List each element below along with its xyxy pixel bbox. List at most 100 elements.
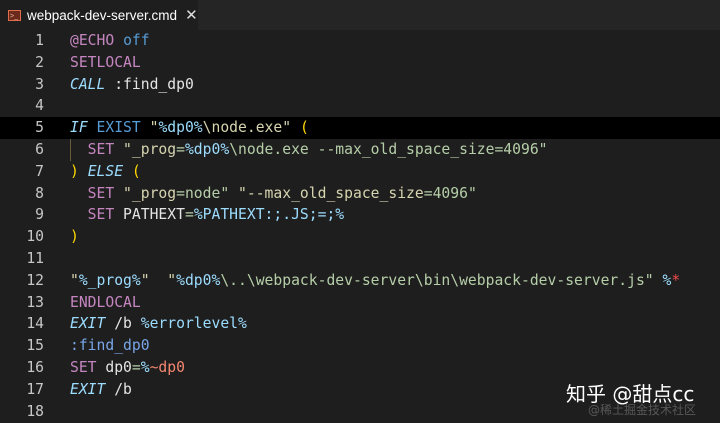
code-line[interactable]: 1 @ECHO off: [0, 30, 720, 52]
code-token: IF: [70, 119, 88, 137]
code-token: =: [131, 359, 141, 376]
code-text: EXIT /b: [70, 379, 132, 401]
line-number: 12: [26, 271, 44, 289]
code-line[interactable]: 12 "%_prog%" "%dp0%\..\webpack-dev-server…: [0, 270, 720, 292]
code-token: node": [184, 184, 230, 202]
code-token: (: [299, 119, 309, 137]
code-line[interactable]: 3 CALL :find_dp0: [0, 74, 720, 96]
code-token: ELSE: [87, 162, 124, 180]
tab-title: webpack-dev-server.cmd: [27, 7, 178, 23]
code-token: %dp0%: [184, 141, 230, 158]
code-token: \..\webpack-dev-server\bin\webpack-dev-s…: [220, 271, 663, 289]
code-token: dp0: [96, 359, 132, 376]
line-number: 4: [35, 97, 44, 115]
line-number: 16: [26, 359, 44, 376]
code-token: %PATHEXT:;.JS;=;%: [193, 206, 345, 224]
line-number: 18: [26, 402, 44, 420]
line-number: 6: [35, 141, 44, 158]
code-token: ~dp0: [149, 359, 185, 376]
code-token: PATHEXT: [114, 206, 185, 224]
code-token: /b: [105, 315, 141, 333]
code-token: "--max_old_space_size: [229, 184, 424, 202]
code-line[interactable]: 14 EXIT /b %errorlevel%: [0, 313, 720, 335]
line-number: 11: [26, 250, 44, 267]
code-line[interactable]: 5 IF EXIST "%dp0%\node.exe" (: [0, 117, 720, 139]
code-text: @ECHO off: [70, 30, 150, 52]
line-number: 14: [26, 315, 44, 333]
code-text: SET "_prog=node" "--max_old_space_size=4…: [70, 183, 477, 205]
code-line[interactable]: 8 SET "_prog=node" "--max_old_space_size…: [0, 183, 720, 205]
line-number: 1: [35, 32, 44, 49]
code-token: SET: [70, 359, 97, 376]
code-text: CALL :find_dp0: [70, 74, 194, 96]
code-token: off: [123, 32, 150, 49]
code-line[interactable]: 11: [0, 248, 720, 270]
code-token: ): [70, 228, 79, 246]
code-text: SET dp0=%~dp0: [70, 357, 185, 379]
line-number: 9: [35, 206, 44, 224]
code-token: =: [184, 206, 194, 224]
line-number: 2: [35, 53, 44, 71]
indent-guide: [70, 139, 71, 161]
line-number: 10: [26, 228, 44, 246]
line-number: 3: [35, 75, 44, 93]
code-editor[interactable]: 1 @ECHO off 2 SETLOCAL 3 CALL :find_dp0 4 5 IF E…: [0, 30, 720, 423]
code-token: ENDLOCAL: [70, 293, 141, 311]
code-line[interactable]: 7) ELSE (: [0, 161, 720, 183]
tab-webpack-dev-server-cmd[interactable]: >_ webpack-dev-server.cmd ✕: [0, 0, 198, 31]
watermark: 知乎 @甜点cc: [566, 382, 695, 406]
code-line[interactable]: 15 :find_dp0: [0, 335, 720, 357]
code-token: ): [70, 162, 79, 180]
code-token: " ": [140, 271, 177, 289]
code-token: /b: [105, 380, 132, 398]
code-text: SET PATHEXT=%PATHEXT:;.JS;=;%: [70, 204, 344, 226]
code-token: %dp0%: [176, 271, 221, 289]
code-token: %_prog%: [78, 271, 141, 289]
code-token: =: [423, 184, 433, 202]
code-token: %dp0%: [158, 119, 203, 137]
line-number: 5: [35, 119, 44, 137]
code-line[interactable]: 6 SET "_prog=%dp0%\node.exe --max_old_sp…: [0, 139, 720, 161]
code-token: EXIT: [70, 315, 106, 333]
code-token: :find_dp0: [105, 75, 194, 93]
code-line[interactable]: 9 SET PATHEXT=%PATHEXT:;.JS;=;%: [0, 204, 720, 226]
code-token: =: [176, 141, 185, 158]
code-token: %: [140, 359, 150, 376]
line-number: 15: [26, 337, 44, 355]
code-token: EXIST: [96, 119, 141, 137]
line-number: 17: [26, 380, 44, 398]
code-token: SET: [70, 141, 115, 158]
code-text: EXIT /b %errorlevel%: [70, 313, 247, 335]
code-token: 4096": [432, 184, 477, 202]
code-text: "%_prog%" "%dp0%\..\webpack-dev-server\b…: [70, 270, 680, 292]
code-token: ": [140, 119, 159, 137]
code-text: ): [70, 226, 79, 248]
code-token: \node.exe": [202, 119, 300, 137]
tab-bar: >_ webpack-dev-server.cmd ✕: [0, 0, 720, 31]
terminal-file-icon: >_: [8, 9, 21, 21]
code-token: EXIT: [70, 380, 106, 398]
code-token: SET: [70, 206, 115, 224]
code-text: :find_dp0: [70, 335, 150, 357]
code-text: SETLOCAL: [70, 52, 141, 74]
line-number: 13: [26, 293, 44, 311]
code-line[interactable]: 13 ENDLOCAL: [0, 292, 720, 314]
code-token: :find_dp0: [70, 337, 150, 355]
code-line[interactable]: 10): [0, 226, 720, 248]
code-token: %: [662, 271, 672, 289]
code-token: CALL: [70, 75, 106, 93]
close-icon[interactable]: ✕: [185, 6, 198, 24]
code-token: %errorlevel%: [140, 315, 247, 333]
code-token: @ECHO: [70, 32, 115, 49]
code-line[interactable]: 16 SET dp0=%~dp0: [0, 357, 720, 379]
code-line[interactable]: 4: [0, 95, 720, 117]
code-line[interactable]: 2 SETLOCAL: [0, 52, 720, 74]
code-token: *: [671, 271, 681, 289]
code-token: \node.exe --max_old_space_size=4096": [229, 141, 548, 158]
code-text: ENDLOCAL: [70, 292, 141, 314]
code-token: SET: [70, 184, 115, 202]
code-token: =: [176, 184, 185, 202]
